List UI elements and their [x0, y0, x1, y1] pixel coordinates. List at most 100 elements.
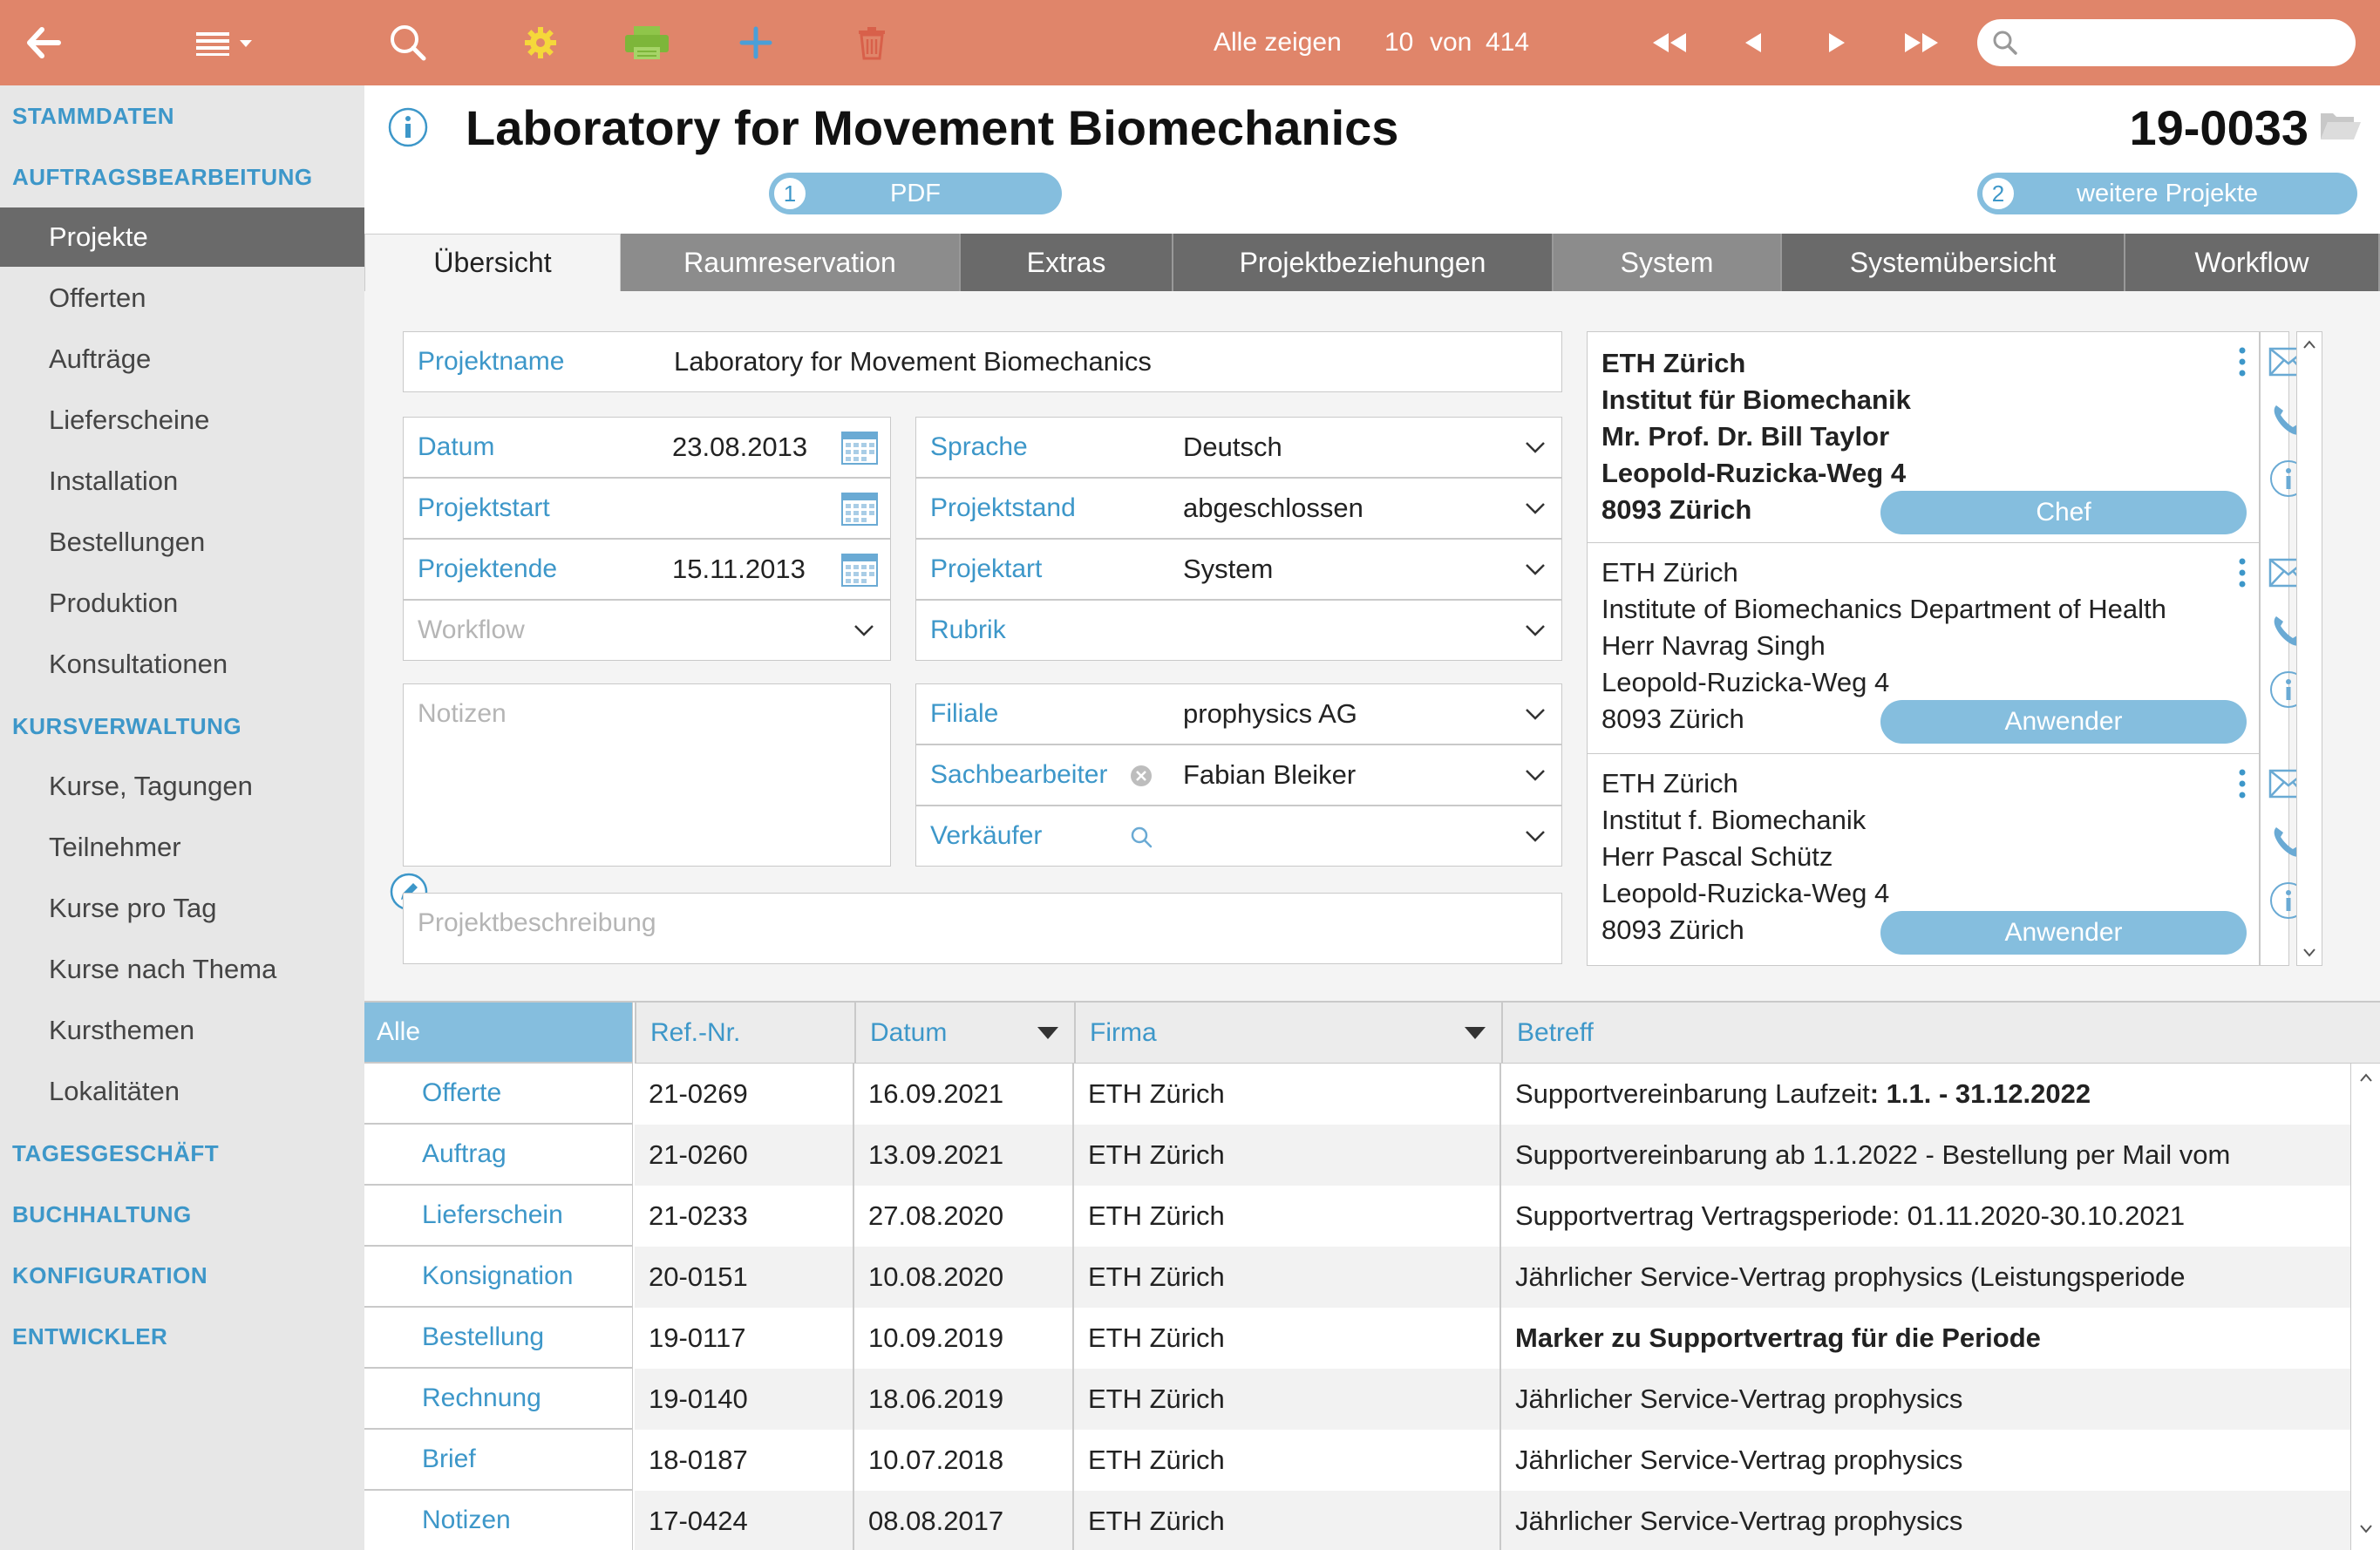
verkaeufer-select[interactable]: Verkäufer: [915, 806, 1562, 867]
gear-icon[interactable]: [518, 0, 563, 85]
sidebar-section-konfiguration[interactable]: KONFIGURATION: [12, 1262, 207, 1289]
sort-down-icon[interactable]: [1465, 1027, 1486, 1039]
sidebar-item-projekte[interactable]: Projekte: [0, 207, 364, 267]
sidebar-item-kurse-nach-thema[interactable]: Kurse nach Thema: [0, 940, 364, 999]
chevron-down-icon[interactable]: [1525, 498, 1546, 519]
datum-value[interactable]: 23.08.2013: [672, 418, 807, 477]
add-plus-icon[interactable]: [734, 0, 778, 85]
datum-field[interactable]: Datum 23.08.2013: [403, 417, 891, 478]
last-record-icon[interactable]: [1899, 0, 1946, 85]
column-header-firma[interactable]: Firma: [1074, 1003, 1501, 1064]
filter-alle[interactable]: Alle: [364, 1003, 633, 1064]
tab-extras[interactable]: Extras: [961, 234, 1173, 291]
sidebar-section-kursverwaltung[interactable]: KURSVERWALTUNG: [12, 713, 241, 740]
list-menu-icon[interactable]: [194, 0, 260, 85]
tab-system[interactable]: System: [1554, 234, 1782, 291]
column-header-betreff[interactable]: Betreff: [1501, 1003, 2380, 1064]
tab-projektbeziehungen[interactable]: Projektbeziehungen: [1173, 234, 1554, 291]
table-row[interactable]: 21-0269 16.09.2021 ETH Zürich Supportver…: [635, 1064, 2350, 1125]
projektname-field[interactable]: Projektname Laboratory for Movement Biom…: [403, 331, 1562, 392]
more-vertical-icon[interactable]: [2238, 557, 2247, 588]
filter-lieferschein[interactable]: Lieferschein: [364, 1186, 633, 1247]
sidebar-item-kursthemen[interactable]: Kursthemen: [0, 1001, 364, 1060]
sidebar-section-auftragsbearbeitung[interactable]: AUFTRAGSBEARBEITUNG: [12, 164, 313, 191]
info-icon[interactable]: [387, 106, 429, 148]
contact-card[interactable]: ETH Zürich Institute of Biomechanics Dep…: [1588, 543, 2259, 754]
next-record-icon[interactable]: [1822, 0, 1852, 85]
table-row[interactable]: 21-0233 27.08.2020 ETH Zürich Supportver…: [635, 1186, 2350, 1247]
sidebar-item-kurse-pro-tag[interactable]: Kurse pro Tag: [0, 879, 364, 938]
scroll-down-icon[interactable]: [2359, 1524, 2373, 1534]
sidebar-section-stammdaten[interactable]: STAMMDATEN: [12, 103, 174, 130]
tab-workflow[interactable]: Workflow: [2125, 234, 2380, 291]
chevron-down-icon[interactable]: [1525, 765, 1546, 785]
table-row[interactable]: 21-0260 13.09.2021 ETH Zürich Supportver…: [635, 1125, 2350, 1186]
tab-raumreservation[interactable]: Raumreservation: [621, 234, 961, 291]
sort-down-icon[interactable]: [1037, 1027, 1058, 1039]
table-row[interactable]: 17-0424 08.08.2017 ETH Zürich Jährlicher…: [635, 1491, 2350, 1550]
filter-auftrag[interactable]: Auftrag: [364, 1125, 633, 1186]
projektstart-field[interactable]: Projektstart: [403, 478, 891, 539]
chevron-down-icon[interactable]: [1525, 826, 1546, 846]
first-record-icon[interactable]: [1646, 0, 1691, 85]
filter-brief[interactable]: Brief: [364, 1430, 633, 1491]
table-row[interactable]: 19-0140 18.06.2019 ETH Zürich Jährlicher…: [635, 1369, 2350, 1430]
column-header-datum[interactable]: Datum: [854, 1003, 1074, 1064]
show-all-button[interactable]: Alle zeigen: [1214, 0, 1342, 85]
projektart-select[interactable]: Projektart System: [915, 539, 1562, 600]
contact-card[interactable]: ETH Zürich Institut f. Biomechanik Herr …: [1588, 754, 2259, 965]
filter-bestellung[interactable]: Bestellung: [364, 1308, 633, 1369]
chevron-down-icon[interactable]: [1525, 437, 1546, 458]
projektende-value[interactable]: 15.11.2013: [672, 540, 806, 599]
workflow-select[interactable]: Workflow: [403, 600, 891, 661]
projektbeschreibung-field[interactable]: Projektbeschreibung: [403, 893, 1562, 964]
sidebar-item-lieferscheine[interactable]: Lieferscheine: [0, 391, 364, 450]
rubrik-select[interactable]: Rubrik: [915, 600, 1562, 661]
sidebar-section-buchhaltung[interactable]: BUCHHALTUNG: [12, 1201, 192, 1228]
sprache-value[interactable]: Deutsch: [1183, 418, 1282, 477]
search-icon[interactable]: [1129, 825, 1153, 849]
table-row[interactable]: 18-0187 10.07.2018 ETH Zürich Jährlicher…: [635, 1430, 2350, 1491]
projektstand-select[interactable]: Projektstand abgeschlossen: [915, 478, 1562, 539]
chevron-down-icon[interactable]: [1525, 704, 1546, 724]
chevron-down-icon[interactable]: [853, 620, 874, 641]
sidebar-item-kurse-tagungen[interactable]: Kurse, Tagungen: [0, 757, 364, 816]
previous-record-icon[interactable]: [1738, 0, 1768, 85]
sidebar-item-installation[interactable]: Installation: [0, 452, 364, 511]
tab-uebersicht[interactable]: Übersicht: [364, 234, 621, 291]
contacts-scrollbar[interactable]: [2296, 331, 2322, 966]
tab-systemuebersicht[interactable]: Systemübersicht: [1782, 234, 2125, 291]
back-arrow-icon[interactable]: [16, 0, 71, 85]
sidebar-item-konsultationen[interactable]: Konsultationen: [0, 635, 364, 694]
calendar-icon[interactable]: [841, 554, 878, 587]
clear-icon[interactable]: [1129, 764, 1153, 788]
projektname-value[interactable]: Laboratory for Movement Biomechanics: [674, 332, 1152, 391]
sidebar-section-entwickler[interactable]: ENTWICKLER: [12, 1323, 167, 1350]
filter-konsignation[interactable]: Konsignation: [364, 1247, 633, 1308]
search-icon[interactable]: [384, 0, 432, 85]
table-row[interactable]: 20-0151 10.08.2020 ETH Zürich Jährlicher…: [635, 1247, 2350, 1308]
more-projects-button[interactable]: 2 weitere Projekte: [1977, 173, 2357, 214]
filter-offerte[interactable]: Offerte: [364, 1064, 633, 1125]
filiale-value[interactable]: prophysics AG: [1183, 684, 1357, 744]
sprache-select[interactable]: Sprache Deutsch: [915, 417, 1562, 478]
scroll-up-icon[interactable]: [2359, 1072, 2373, 1083]
sidebar-section-tagesgeschaeft[interactable]: TAGESGESCHÄFT: [12, 1140, 219, 1167]
pdf-button[interactable]: 1 PDF: [769, 173, 1062, 214]
search-input[interactable]: [1977, 19, 2356, 66]
sidebar-item-produktion[interactable]: Produktion: [0, 574, 364, 633]
sidebar-item-auftraege[interactable]: Aufträge: [0, 330, 364, 389]
calendar-icon[interactable]: [841, 432, 878, 465]
chevron-down-icon[interactable]: [1525, 559, 1546, 580]
contact-card[interactable]: ETH Zürich Institut für Biomechanik Mr. …: [1588, 332, 2259, 543]
more-vertical-icon[interactable]: [2238, 768, 2247, 799]
calendar-icon[interactable]: [841, 493, 878, 526]
folder-icon[interactable]: [2319, 108, 2363, 143]
filter-rechnung[interactable]: Rechnung: [364, 1369, 633, 1430]
sachbearbeiter-select[interactable]: Sachbearbeiter Fabian Bleiker: [915, 744, 1562, 806]
column-header-ref[interactable]: Ref.-Nr.: [635, 1003, 854, 1064]
contact-role-badge[interactable]: Anwender: [1880, 700, 2247, 744]
projektstand-value[interactable]: abgeschlossen: [1183, 479, 1363, 538]
projektende-field[interactable]: Projektende 15.11.2013: [403, 539, 891, 600]
sidebar-item-offerten[interactable]: Offerten: [0, 269, 364, 328]
